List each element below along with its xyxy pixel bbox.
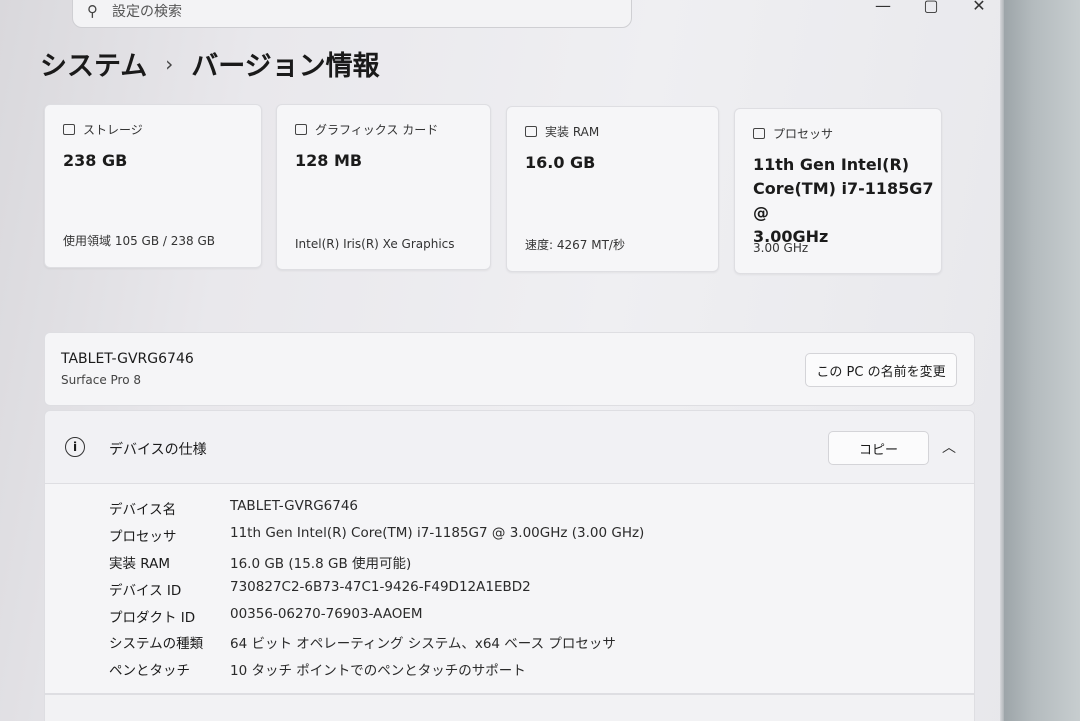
device-bezel bbox=[1002, 0, 1080, 721]
spec-value: 16.0 GB (15.8 GB 使用可能) bbox=[230, 556, 412, 572]
device-specs-header[interactable]: i デバイスの仕様 コピー ︿ bbox=[44, 410, 975, 484]
spec-value: 11th Gen Intel(R) Core(TM) i7-1185G7 @ 3… bbox=[230, 525, 645, 541]
ram-card[interactable]: 実装 RAM 16.0 GB 速度: 4267 MT/秒 bbox=[506, 106, 719, 272]
device-specs-footer bbox=[44, 694, 975, 721]
processor-card-label-row: プロセッサ bbox=[753, 125, 833, 142]
spec-row: プロダクト ID 00356-06270-76903-AAOEM bbox=[109, 606, 423, 626]
spec-value: 10 タッチ ポイントでのペンとタッチのサポート bbox=[230, 663, 526, 679]
device-specs-title: デバイスの仕様 bbox=[109, 442, 207, 458]
close-button[interactable]: ✕ bbox=[964, 0, 994, 15]
rename-pc-button[interactable]: この PC の名前を変更 bbox=[805, 353, 957, 387]
pc-name: TABLET-GVRG6746 bbox=[61, 351, 194, 367]
device-specs-body: デバイス名 TABLET-GVRG6746 プロセッサ 11th Gen Int… bbox=[44, 484, 975, 694]
spec-row: デバイス名 TABLET-GVRG6746 bbox=[109, 498, 358, 518]
copy-button[interactable]: コピー bbox=[828, 431, 929, 465]
ram-card-sub: 速度: 4267 MT/秒 bbox=[525, 238, 625, 252]
spec-key: システムの種類 bbox=[109, 636, 204, 652]
storage-card-label: ストレージ bbox=[83, 123, 143, 137]
ram-card-value: 16.0 GB bbox=[525, 153, 596, 172]
storage-card-sub: 使用領域 105 GB / 238 GB bbox=[63, 234, 215, 248]
breadcrumb-current: バージョン情報 bbox=[191, 51, 380, 82]
breadcrumb-parent[interactable]: システム bbox=[40, 44, 147, 83]
search-placeholder: 設定の検索 bbox=[112, 4, 182, 20]
processor-value-line: 11th Gen Intel(R) bbox=[753, 155, 910, 174]
maximize-button[interactable]: ▢ bbox=[916, 0, 946, 15]
spec-row: ペンとタッチ 10 タッチ ポイントでのペンとタッチのサポート bbox=[109, 659, 526, 679]
search-icon: ⚲ bbox=[87, 2, 98, 20]
graphics-card[interactable]: グラフィックス カード 128 MB Intel(R) Iris(R) Xe G… bbox=[276, 104, 491, 270]
graphics-card-value: 128 MB bbox=[295, 151, 363, 170]
screen-edge bbox=[1000, 0, 1004, 721]
spec-key: デバイス ID bbox=[109, 583, 182, 599]
spec-value: 00356-06270-76903-AAOEM bbox=[230, 606, 423, 622]
ram-card-label: 実装 RAM bbox=[545, 125, 600, 139]
storage-card[interactable]: ストレージ 238 GB 使用領域 105 GB / 238 GB bbox=[44, 104, 262, 268]
ram-icon bbox=[525, 126, 537, 137]
breadcrumb-separator: › bbox=[165, 51, 174, 76]
spec-key: プロセッサ bbox=[109, 529, 177, 545]
info-icon: i bbox=[65, 437, 85, 457]
spec-row: デバイス ID 730827C2-6B73-47C1-9426-F49D12A1… bbox=[109, 579, 531, 599]
processor-value-line: Core(TM) i7-1185G7 @ bbox=[753, 179, 934, 222]
chevron-up-icon[interactable]: ︿ bbox=[942, 437, 956, 457]
ram-card-label-row: 実装 RAM bbox=[525, 123, 599, 140]
graphics-card-label-row: グラフィックス カード bbox=[295, 121, 438, 138]
processor-card-sub: 3.00 GHz bbox=[753, 241, 809, 255]
pc-name-section: TABLET-GVRG6746 Surface Pro 8 この PC の名前を… bbox=[44, 332, 975, 406]
minimize-button[interactable]: — bbox=[868, 0, 898, 15]
spec-key: 実装 RAM bbox=[109, 556, 171, 572]
spec-key: プロダクト ID bbox=[109, 610, 196, 626]
spec-value: 64 ビット オペレーティング システム、x64 ベース プロセッサ bbox=[230, 636, 616, 652]
processor-card-label: プロセッサ bbox=[773, 127, 834, 141]
spec-row: システムの種類 64 ビット オペレーティング システム、x64 ベース プロセ… bbox=[109, 632, 616, 652]
spec-key: デバイス名 bbox=[109, 502, 177, 518]
pc-model: Surface Pro 8 bbox=[61, 373, 142, 387]
spec-row: プロセッサ 11th Gen Intel(R) Core(TM) i7-1185… bbox=[109, 525, 644, 545]
storage-icon bbox=[63, 124, 75, 135]
spec-value: 730827C2-6B73-47C1-9426-F49D12A1EBD2 bbox=[230, 579, 531, 595]
spec-value: TABLET-GVRG6746 bbox=[230, 498, 359, 514]
spec-row: 実装 RAM 16.0 GB (15.8 GB 使用可能) bbox=[109, 552, 411, 572]
graphics-card-sub: Intel(R) Iris(R) Xe Graphics bbox=[295, 237, 455, 251]
processor-card[interactable]: プロセッサ 11th Gen Intel(R) Core(TM) i7-1185… bbox=[734, 108, 942, 274]
page-title: システム › バージョン情報 bbox=[40, 44, 380, 83]
spec-key: ペンとタッチ bbox=[109, 663, 190, 679]
processor-icon bbox=[753, 128, 765, 139]
processor-card-value: 11th Gen Intel(R) Core(TM) i7-1185G7 @ 3… bbox=[753, 153, 941, 249]
graphics-card-icon bbox=[295, 124, 307, 135]
graphics-card-label: グラフィックス カード bbox=[315, 123, 439, 137]
storage-card-value: 238 GB bbox=[63, 151, 128, 170]
search-input[interactable]: ⚲ 設定の検索 bbox=[72, 0, 632, 28]
storage-card-label-row: ストレージ bbox=[63, 121, 143, 138]
